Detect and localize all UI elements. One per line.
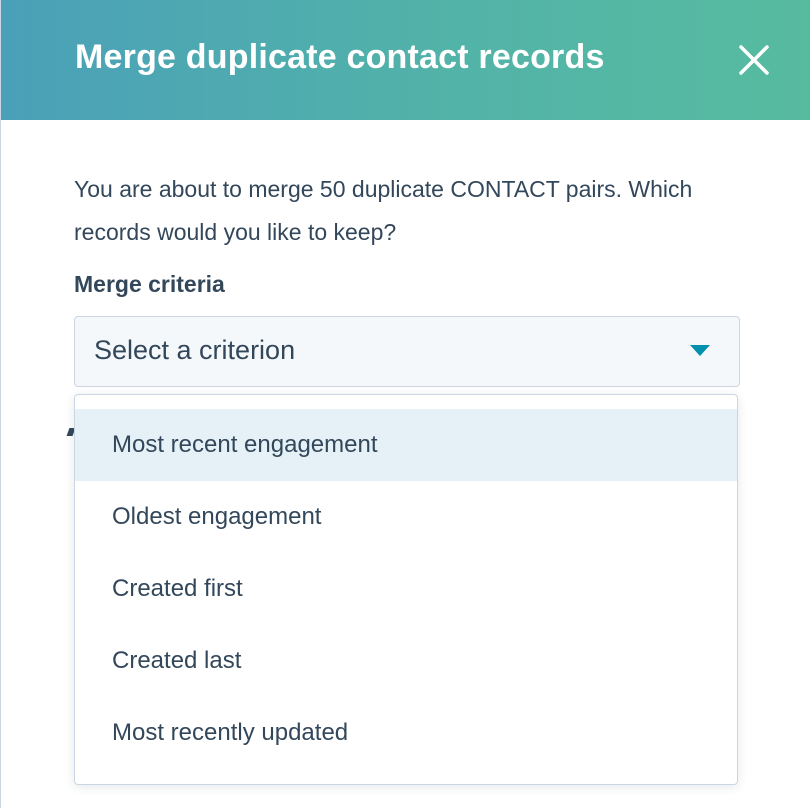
option-oldest-engagement[interactable]: Oldest engagement: [75, 481, 737, 553]
option-created-last[interactable]: Created last: [75, 625, 737, 697]
dialog-header: Merge duplicate contact records: [1, 0, 810, 120]
intro-text: You are about to merge 50 duplicate CONT…: [74, 176, 693, 245]
close-button[interactable]: [731, 37, 777, 83]
select-value: Select a criterion: [94, 335, 296, 365]
criteria-dropdown-menu: Most recent engagement Oldest engagement…: [74, 394, 738, 785]
option-most-recently-updated[interactable]: Most recently updated: [75, 697, 737, 769]
caret-down-icon: [690, 345, 710, 356]
merge-criteria-label: Merge criteria: [74, 271, 225, 297]
option-most-recent-engagement[interactable]: Most recent engagement: [75, 409, 737, 481]
merge-criteria-select[interactable]: Select a criterion: [74, 316, 740, 387]
merge-dialog: Merge duplicate contact records You are …: [0, 0, 810, 808]
option-created-first[interactable]: Created first: [75, 553, 737, 625]
close-icon: [739, 45, 769, 75]
dialog-title: Merge duplicate contact records: [75, 38, 605, 76]
